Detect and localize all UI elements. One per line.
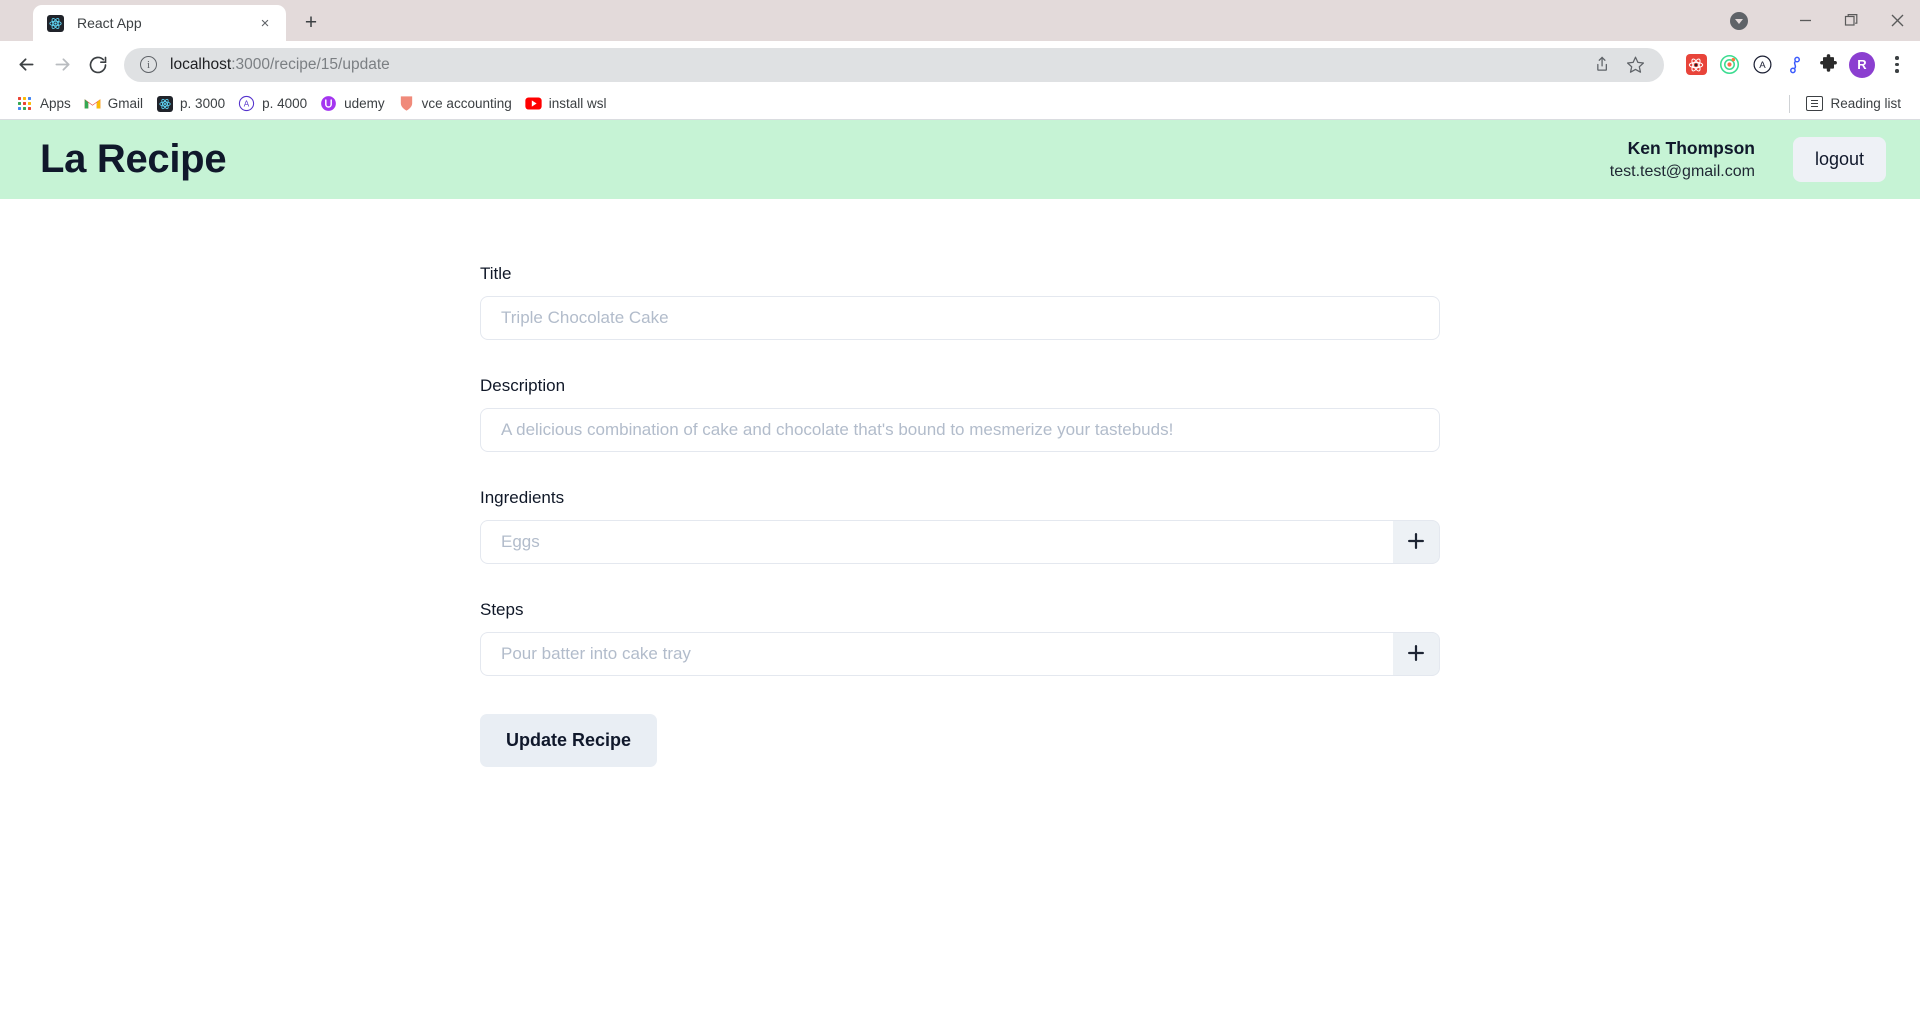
forward-arrow-icon (44, 47, 80, 83)
react-logo-icon (47, 14, 64, 32)
ingredients-input-group (480, 520, 1440, 564)
url-path: :3000/recipe/15/update (231, 55, 390, 73)
share-icon[interactable] (1590, 52, 1616, 78)
bookmark-vce-accounting[interactable]: vce accounting (394, 92, 521, 115)
site-info-icon[interactable]: i (140, 56, 157, 73)
bookmark-label: Apps (40, 96, 71, 111)
field-steps: Steps (480, 600, 1440, 676)
gmail-icon (84, 95, 101, 112)
app-header: La Recipe Ken Thompson test.test@gmail.c… (0, 120, 1920, 199)
browser-tab[interactable]: React App × (33, 5, 286, 41)
browser-toolbar: i localhost:3000/recipe/15/update A R (0, 41, 1920, 88)
ingredients-label: Ingredients (480, 488, 565, 507)
add-ingredient-button[interactable] (1393, 520, 1440, 564)
bookmark-p-4000[interactable]: A p. 4000 (234, 92, 316, 115)
puzzle-extensions-button[interactable] (1816, 53, 1840, 77)
address-bar[interactable]: i localhost:3000/recipe/15/update (124, 47, 1664, 82)
bookmark-p-3000[interactable]: p. 3000 (152, 92, 234, 115)
svg-text:A: A (244, 100, 250, 109)
steps-input[interactable] (480, 632, 1393, 676)
bookmark-label: vce accounting (421, 96, 512, 111)
bookmark-label: install wsl (548, 96, 607, 111)
plus-icon (1405, 642, 1427, 667)
bookmark-apps[interactable]: Apps (12, 92, 80, 115)
steps-input-group (480, 632, 1440, 676)
tab-search-icon[interactable] (1730, 11, 1748, 30)
user-name: Ken Thompson (1627, 137, 1755, 158)
description-input[interactable] (480, 408, 1440, 452)
maximize-icon[interactable] (1828, 0, 1874, 41)
reading-list-button[interactable]: Reading list (1802, 93, 1910, 114)
page-title: La Recipe (40, 137, 227, 181)
bookmarks-bar: Apps Gmail p. 3000 A p. 4000 udemy vce a… (0, 88, 1920, 120)
user-email: test.test@gmail.com (1609, 162, 1755, 180)
recipe-update-form: Title Description Ingredients (480, 264, 1440, 767)
blue-node-extension-icon[interactable] (1783, 53, 1807, 77)
description-label: Description (480, 376, 566, 395)
bookmark-label: p. 4000 (262, 96, 308, 111)
user-info: Ken Thompson test.test@gmail.com (1610, 137, 1755, 182)
window-controls (1730, 0, 1920, 41)
omnibox-actions (1580, 52, 1648, 78)
back-arrow-icon[interactable] (8, 47, 44, 83)
logout-button[interactable]: logout (1792, 137, 1886, 182)
bookmarks-bar-right: Reading list (1789, 93, 1910, 114)
field-title: Title (480, 264, 1440, 340)
minimize-icon[interactable] (1782, 0, 1828, 41)
svg-text:A: A (1759, 60, 1766, 71)
apps-grid-icon (16, 95, 33, 112)
new-tab-button[interactable]: + (296, 8, 326, 38)
tab-title: React App (77, 15, 142, 31)
shield-icon (398, 95, 415, 112)
udemy-icon (320, 95, 337, 112)
url-host: localhost (170, 55, 232, 73)
bookmark-udemy[interactable]: udemy (316, 92, 394, 115)
tab-strip: React App × + (0, 0, 1920, 41)
plus-icon (1405, 530, 1427, 555)
page-content: La Recipe Ken Thompson test.test@gmail.c… (0, 120, 1920, 1018)
title-input[interactable] (480, 296, 1440, 340)
bookmark-label: p. 3000 (180, 96, 226, 111)
close-icon[interactable] (1874, 0, 1920, 41)
bookmark-gmail[interactable]: Gmail (80, 92, 152, 115)
bookmark-label: udemy (344, 96, 385, 111)
bookmark-install-wsl[interactable]: install wsl (521, 92, 616, 115)
field-ingredients: Ingredients (480, 488, 1440, 564)
browser-window: React App × + i localhost:3000/recipe/15… (0, 0, 1920, 1018)
bookmark-label: Gmail (107, 96, 144, 111)
letter-a-circle-icon: A (238, 95, 255, 112)
add-step-button[interactable] (1393, 632, 1440, 676)
close-icon[interactable]: × (254, 12, 276, 34)
youtube-icon (525, 95, 542, 112)
reading-list-icon (1806, 96, 1824, 111)
form-container: Title Description Ingredients (0, 199, 1920, 767)
react-logo-icon (156, 95, 173, 112)
circle-target-extension-icon[interactable] (1717, 53, 1741, 77)
extensions-row: A R (1684, 51, 1910, 78)
url-text: localhost:3000/recipe/15/update (170, 56, 390, 74)
ingredients-input[interactable] (480, 520, 1393, 564)
react-devtools-extension-icon[interactable] (1684, 53, 1708, 77)
letter-a-extension-icon[interactable]: A (1750, 53, 1774, 77)
kebab-menu-icon[interactable] (1884, 52, 1910, 78)
field-description: Description (480, 376, 1440, 452)
update-recipe-button[interactable]: Update Recipe (480, 714, 658, 767)
steps-label: Steps (480, 600, 524, 619)
user-section: Ken Thompson test.test@gmail.com logout (1610, 137, 1886, 182)
title-label: Title (480, 264, 512, 283)
divider (1789, 94, 1791, 113)
reading-list-label: Reading list (1830, 96, 1901, 111)
reload-icon[interactable] (80, 47, 116, 83)
star-icon[interactable] (1622, 52, 1648, 78)
profile-avatar[interactable]: R (1849, 51, 1875, 78)
